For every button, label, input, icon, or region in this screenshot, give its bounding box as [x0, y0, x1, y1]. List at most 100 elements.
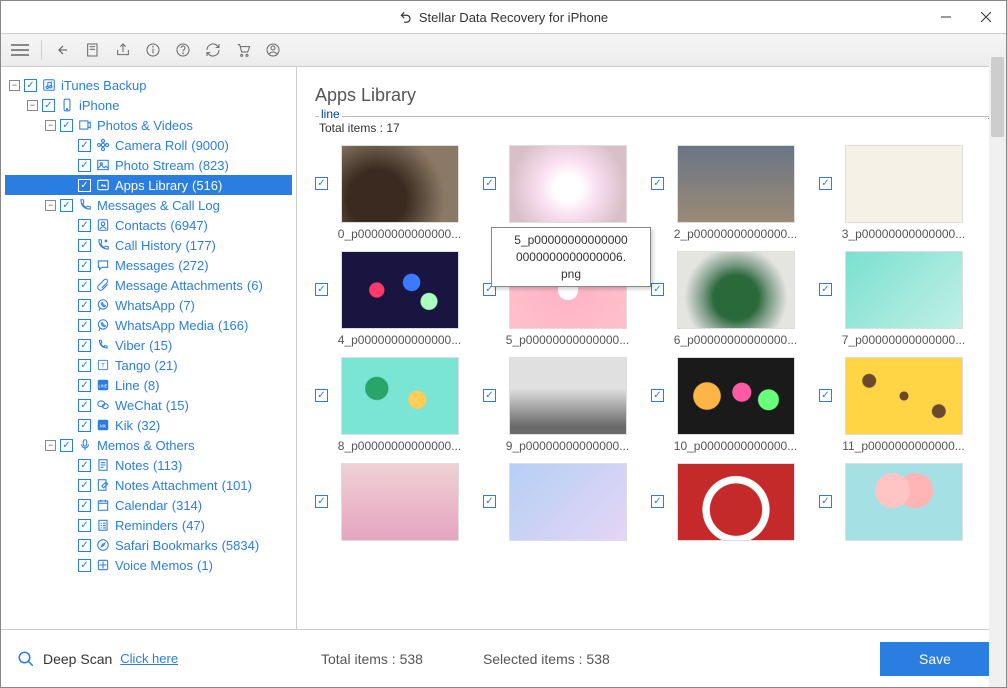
thumbnail-image[interactable]	[677, 145, 795, 223]
thumbnail-cell[interactable]: ✓6_p00000000000000...	[651, 251, 801, 347]
checkbox[interactable]: ✓	[78, 559, 91, 572]
checkbox[interactable]: ✓	[315, 283, 328, 296]
checkbox[interactable]: ✓	[819, 177, 832, 190]
checkbox[interactable]: ✓	[78, 219, 91, 232]
checkbox[interactable]: ✓	[78, 359, 91, 372]
tree-item-calendar[interactable]: ✓Calendar (314)	[5, 495, 292, 515]
thumbnail-image[interactable]	[845, 463, 963, 541]
tree-item-photo-stream[interactable]: ✓Photo Stream (823)	[5, 155, 292, 175]
thumbnail-image[interactable]	[341, 251, 459, 329]
checkbox[interactable]: ✓	[819, 283, 832, 296]
checkbox[interactable]: ✓	[24, 79, 37, 92]
thumbnail-cell[interactable]: ✓8_p00000000000000...	[315, 357, 465, 453]
checkbox[interactable]: ✓	[315, 389, 328, 402]
checkbox[interactable]: ✓	[315, 495, 328, 508]
tree-category[interactable]: −✓Photos & Videos	[5, 115, 292, 135]
thumbnail-cell[interactable]: ✓7_p00000000000000...	[819, 251, 969, 347]
save-button[interactable]: Save	[880, 642, 990, 676]
thumbnail-cell[interactable]: ✓	[315, 463, 465, 545]
tree-item-message-attachments[interactable]: ✓Message Attachments (6)	[5, 275, 292, 295]
checkbox[interactable]: ✓	[78, 499, 91, 512]
thumbnail-image[interactable]	[845, 145, 963, 223]
tree-item-line[interactable]: ✓LINELine (8)	[5, 375, 292, 395]
checkbox[interactable]: ✓	[78, 379, 91, 392]
checkbox[interactable]: ✓	[78, 339, 91, 352]
checkbox[interactable]: ✓	[60, 199, 73, 212]
tree-item-voice-memos[interactable]: ✓Voice Memos (1)	[5, 555, 292, 575]
thumbnail-image[interactable]	[509, 357, 627, 435]
expander-icon[interactable]: −	[45, 200, 56, 211]
back-button[interactable]	[50, 37, 76, 63]
tree-item-contacts[interactable]: ✓Contacts (6947)	[5, 215, 292, 235]
close-button[interactable]	[966, 1, 1006, 33]
tree-category[interactable]: −✓Messages & Call Log	[5, 195, 292, 215]
tree-item-whatsapp[interactable]: ✓WhatsApp (7)	[5, 295, 292, 315]
deep-scan-link[interactable]: Click here	[120, 651, 178, 666]
tree-item-messages[interactable]: ✓Messages (272)	[5, 255, 292, 275]
thumbnail-cell[interactable]: ✓2_p00000000000000...	[651, 145, 801, 241]
thumbnail-image[interactable]	[677, 463, 795, 541]
checkbox[interactable]: ✓	[483, 177, 496, 190]
thumbnail-image[interactable]	[341, 145, 459, 223]
checkbox[interactable]: ✓	[651, 495, 664, 508]
tree-item-tango[interactable]: ✓TTango (21)	[5, 355, 292, 375]
checkbox[interactable]: ✓	[78, 319, 91, 332]
cart-icon[interactable]	[230, 37, 256, 63]
checkbox[interactable]: ✓	[78, 519, 91, 532]
thumbnail-cell[interactable]: ✓11_p0000000000000...	[819, 357, 969, 453]
checkbox[interactable]: ✓	[78, 399, 91, 412]
tree-item-notes-attachment[interactable]: ✓Notes Attachment (101)	[5, 475, 292, 495]
tree-category[interactable]: −✓Memos & Others	[5, 435, 292, 455]
thumbnail-cell[interactable]: ✓0_p00000000000000...	[315, 145, 465, 241]
thumbnail-cell[interactable]: ✓4_p00000000000000...	[315, 251, 465, 347]
expander-icon[interactable]: −	[9, 80, 20, 91]
thumbnail-cell[interactable]: ✓	[483, 463, 633, 545]
checkbox[interactable]: ✓	[78, 139, 91, 152]
minimize-button[interactable]	[926, 1, 966, 33]
thumbnail-cell[interactable]: ✓	[651, 463, 801, 545]
checkbox[interactable]: ✓	[60, 119, 73, 132]
export-icon[interactable]	[110, 37, 136, 63]
checkbox[interactable]: ✓	[78, 419, 91, 432]
tree-item-viber[interactable]: ✓Viber (15)	[5, 335, 292, 355]
sidebar-tree[interactable]: −✓iTunes Backup−✓iPhone−✓Photos & Videos…	[1, 67, 297, 629]
checkbox[interactable]: ✓	[78, 539, 91, 552]
checkbox[interactable]: ✓	[819, 495, 832, 508]
tree-item-notes[interactable]: ✓Notes (113)	[5, 455, 292, 475]
thumbnail-image[interactable]	[845, 357, 963, 435]
tree-item-wechat[interactable]: ✓WeChat (15)	[5, 395, 292, 415]
thumbnail-image[interactable]	[509, 463, 627, 541]
checkbox[interactable]: ✓	[651, 389, 664, 402]
checkbox[interactable]: ✓	[78, 179, 91, 192]
checkbox[interactable]: ✓	[42, 99, 55, 112]
checkbox[interactable]: ✓	[78, 239, 91, 252]
checkbox[interactable]: ✓	[78, 279, 91, 292]
thumbnail-cell[interactable]: ✓	[819, 463, 969, 545]
checkbox[interactable]: ✓	[60, 439, 73, 452]
checkbox[interactable]: ✓	[78, 159, 91, 172]
checkbox[interactable]: ✓	[78, 459, 91, 472]
thumbnail-cell[interactable]: ✓3_p00000000000000...	[819, 145, 969, 241]
thumbnail-cell[interactable]: ✓9_p00000000000000...	[483, 357, 633, 453]
checkbox[interactable]: ✓	[651, 283, 664, 296]
tree-item-kik[interactable]: ✓kikKik (32)	[5, 415, 292, 435]
refresh-icon[interactable]	[200, 37, 226, 63]
expander-icon[interactable]: −	[45, 440, 56, 451]
info-icon[interactable]	[140, 37, 166, 63]
help-icon[interactable]	[170, 37, 196, 63]
checkbox[interactable]: ✓	[315, 177, 328, 190]
tree-item-safari-bookmarks[interactable]: ✓Safari Bookmarks (5834)	[5, 535, 292, 555]
checkbox[interactable]: ✓	[78, 259, 91, 272]
expander-icon[interactable]: −	[45, 120, 56, 131]
menu-button[interactable]	[7, 37, 33, 63]
thumbnail-image[interactable]	[845, 251, 963, 329]
tree-item-whatsapp-media[interactable]: ✓WhatsApp Media (166)	[5, 315, 292, 335]
checkbox[interactable]: ✓	[78, 479, 91, 492]
checkbox[interactable]: ✓	[483, 389, 496, 402]
scrollbar[interactable]	[989, 57, 1006, 687]
checkbox[interactable]: ✓	[651, 177, 664, 190]
checkbox[interactable]: ✓	[78, 299, 91, 312]
thumbnail-image[interactable]	[677, 357, 795, 435]
thumbnail-image[interactable]	[509, 145, 627, 223]
checkbox[interactable]: ✓	[819, 389, 832, 402]
